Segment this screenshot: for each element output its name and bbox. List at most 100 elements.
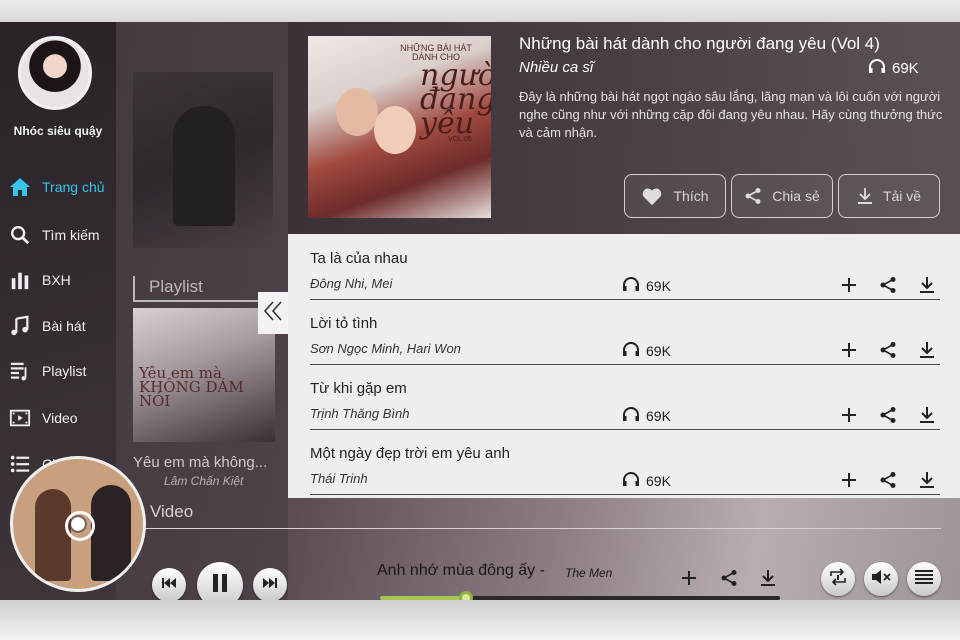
headphones-icon	[622, 276, 640, 295]
list-icon	[8, 452, 32, 476]
repeat-one-icon	[828, 567, 848, 591]
song-listen-value: 69K	[646, 472, 671, 489]
song-name[interactable]: Từ khi gặp em	[310, 380, 407, 397]
add-icon[interactable]	[677, 566, 701, 590]
share-label: Chia sẻ	[772, 188, 820, 204]
share-icon[interactable]	[875, 337, 901, 363]
song-row[interactable]: Một ngày đẹp trời em yêu anh Thái Trinh …	[310, 435, 940, 495]
menu-button[interactable]	[907, 562, 941, 596]
song-artist: Sơn Ngọc Minh, Hari Won	[310, 341, 461, 356]
share-icon	[744, 187, 762, 205]
background-song-artist: Lâm Chấn Kiệt	[164, 474, 244, 488]
sidebar-item-songs[interactable]: Bài hát	[8, 311, 116, 341]
sidebar-item-label: Playlist	[42, 363, 87, 379]
add-icon[interactable]	[836, 337, 862, 363]
heart-icon	[641, 186, 663, 206]
collapse-button[interactable]	[258, 292, 288, 334]
song-row[interactable]: Lời tỏ tình Sơn Ngọc Minh, Hari Won 69K	[310, 305, 940, 365]
song-row[interactable]: Từ khi gặp em Trịnh Thăng Bình 69K	[310, 370, 940, 430]
song-artist: Thái Trinh	[310, 471, 368, 486]
download-icon[interactable]	[914, 337, 940, 363]
song-listen-count: 69K	[622, 406, 671, 425]
headphones-icon	[622, 406, 640, 425]
background-playlist-cover[interactable]: Yêu em mà KHÔNG DÁM NÓI	[133, 308, 275, 442]
headphones-icon	[622, 471, 640, 490]
download-button[interactable]: Tải về	[838, 174, 940, 218]
disc-person-right	[91, 485, 131, 581]
previous-button[interactable]	[152, 568, 186, 600]
share-icon[interactable]	[875, 467, 901, 493]
sidebar-item-home[interactable]: Trang chủ	[8, 172, 116, 202]
menu-icon	[915, 569, 933, 589]
song-listen-value: 69K	[646, 277, 671, 294]
share-icon[interactable]	[875, 402, 901, 428]
now-playing-disc[interactable]	[10, 456, 146, 592]
download-icon[interactable]	[914, 402, 940, 428]
sidebar-item-label: Video	[42, 410, 78, 426]
add-icon[interactable]	[836, 467, 862, 493]
add-icon[interactable]	[836, 402, 862, 428]
cover-person-left	[336, 88, 378, 136]
now-playing-artist: The Men	[565, 566, 613, 580]
video-icon	[8, 406, 32, 430]
sidebar-item-label: Bài hát	[42, 318, 86, 334]
sidebar-item-search[interactable]: Tìm kiếm	[8, 220, 116, 250]
bottom-border	[0, 600, 960, 640]
sidebar-item-playlist[interactable]: Playlist	[8, 356, 116, 386]
album-description: Đây là những bài hát ngọt ngào sâu lắng,…	[519, 89, 943, 140]
pause-button[interactable]	[197, 562, 243, 600]
next-icon	[263, 576, 277, 594]
download-label: Tải về	[882, 188, 922, 204]
mute-button[interactable]	[864, 562, 898, 596]
disc-person-left	[35, 489, 71, 581]
disc-center	[65, 511, 95, 541]
playlist-icon	[8, 359, 32, 383]
sidebar-item-label: Trang chủ	[42, 179, 105, 195]
headphones-icon	[868, 58, 886, 78]
previous-icon	[162, 576, 176, 594]
cover-person-right	[374, 106, 416, 154]
download-icon[interactable]	[914, 467, 940, 493]
album-listen-value: 69K	[892, 59, 919, 77]
download-icon[interactable]	[914, 272, 940, 298]
top-border	[0, 0, 960, 22]
like-label: Thích	[673, 188, 709, 204]
song-list: Ta là của nhau Đông Nhi, Mei 69K Lời tỏ …	[288, 234, 960, 498]
share-button[interactable]: Chia sẻ	[731, 174, 833, 218]
next-button[interactable]	[253, 568, 287, 600]
pause-icon	[212, 573, 228, 598]
song-row[interactable]: Ta là của nhau Đông Nhi, Mei 69K	[310, 240, 940, 300]
avatar[interactable]	[18, 36, 92, 110]
sidebar-item-chart[interactable]: BXH	[8, 265, 116, 295]
share-icon[interactable]	[717, 566, 741, 590]
like-button[interactable]: Thích	[624, 174, 726, 218]
music-app: Playlist Yêu em mà KHÔNG DÁM NÓI Yêu em …	[0, 22, 960, 600]
home-icon	[8, 175, 32, 199]
add-icon[interactable]	[836, 272, 862, 298]
repeat-button[interactable]	[821, 562, 855, 596]
player-divider	[144, 528, 941, 529]
sidebar-item-video[interactable]: Video	[8, 403, 116, 433]
song-listen-value: 69K	[646, 407, 671, 424]
background-cover-text: Yêu em mà KHÔNG DÁM NÓI	[139, 364, 244, 410]
download-icon	[857, 187, 873, 205]
album-cover: NHỮNG BÀI HÁT DÀNH CHO người đang yêu VO…	[308, 36, 491, 218]
album-artist: Nhiều ca sĩ	[519, 59, 594, 76]
headphones-icon	[622, 341, 640, 360]
background-thumbnail	[133, 72, 273, 248]
background-song-title[interactable]: Yêu em mà không...	[133, 454, 267, 471]
sidebar-item-label: Tìm kiếm	[42, 227, 100, 243]
song-listen-value: 69K	[646, 342, 671, 359]
progress-knob[interactable]	[459, 591, 473, 600]
chart-icon	[8, 268, 32, 292]
album-header: NHỮNG BÀI HÁT DÀNH CHO người đang yêu VO…	[288, 22, 960, 234]
search-icon	[8, 223, 32, 247]
song-name[interactable]: Một ngày đẹp trời em yêu anh	[310, 445, 510, 462]
album-listen-count: 69K	[868, 58, 919, 78]
song-listen-count: 69K	[622, 471, 671, 490]
song-name[interactable]: Lời tỏ tình	[310, 315, 377, 332]
download-icon[interactable]	[756, 566, 780, 590]
song-listen-count: 69K	[622, 341, 671, 360]
share-icon[interactable]	[875, 272, 901, 298]
song-name[interactable]: Ta là của nhau	[310, 250, 408, 267]
